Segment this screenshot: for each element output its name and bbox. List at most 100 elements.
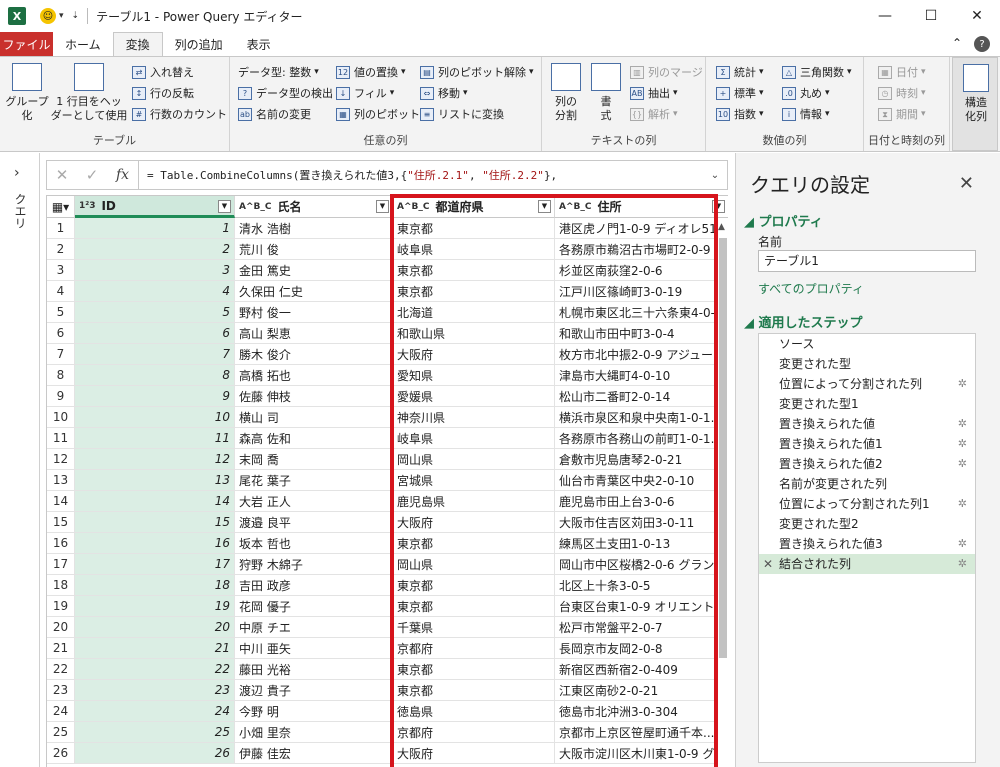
cell-address[interactable]: 各務原市各務山の前町1-0-1... bbox=[555, 428, 728, 449]
filter-dropdown-icon[interactable]: ▼ bbox=[712, 200, 725, 213]
applied-step[interactable]: 置き換えられた値1 ✲ bbox=[759, 434, 975, 454]
table-row[interactable]: 20 20 中原 チエ 千葉県 松戸市常盤平2-0-7 bbox=[47, 617, 728, 638]
cell-name[interactable]: 大岩 正人 bbox=[235, 491, 393, 512]
trigonometry-button[interactable]: △ 三角関数 ▾ bbox=[782, 62, 852, 82]
column-header-name[interactable]: A^B_C 氏名 ▼ bbox=[235, 196, 393, 218]
cell-address[interactable]: 台東区台東1-0-9 オリエント608 bbox=[555, 596, 728, 617]
detect-type-button[interactable]: ? データ型の検出 bbox=[238, 83, 333, 103]
cell-name[interactable]: 高山 梨恵 bbox=[235, 323, 393, 344]
pivot-column-button[interactable]: ▦ 列のピボット bbox=[336, 104, 420, 124]
data-type-dropdown[interactable]: データ型: 整数 ▾ bbox=[238, 62, 319, 82]
cell-address[interactable]: 新宿区西新宿2-0-409 bbox=[555, 659, 728, 680]
cell-prefecture[interactable]: 大阪府 bbox=[393, 512, 555, 533]
cell-prefecture[interactable]: 東京都 bbox=[393, 596, 555, 617]
cell-address[interactable]: 港区虎ノ門1-0-9 ディオレ512 bbox=[555, 218, 728, 239]
formula-input[interactable]: = Table.CombineColumns(置き換えられた値3,{"住所.2.… bbox=[139, 167, 703, 183]
close-window-button[interactable]: ✕ bbox=[954, 0, 1000, 32]
chevron-right-icon[interactable]: › bbox=[14, 165, 20, 181]
table-row[interactable]: 7 7 勝木 俊介 大阪府 枚方市北中振2-0-9 アジュー... bbox=[47, 344, 728, 365]
table-menu-icon[interactable]: ▦▾ bbox=[47, 196, 75, 218]
table-row[interactable]: 12 12 末岡 喬岡山県 倉敷市児島唐琴2-0-21 bbox=[47, 449, 728, 470]
maximize-button[interactable]: ☐ bbox=[908, 0, 954, 32]
to-list-button[interactable]: ≡ リストに変換 bbox=[420, 104, 504, 124]
cell-prefecture[interactable]: 東京都 bbox=[393, 281, 555, 302]
applied-step[interactable]: 変更された型1 bbox=[759, 394, 975, 414]
step-settings-gear-icon[interactable]: ✲ bbox=[958, 494, 967, 514]
applied-step[interactable]: ソース bbox=[759, 334, 975, 354]
help-icon[interactable]: ? bbox=[974, 36, 990, 52]
chevron-up-icon[interactable]: ⌃ bbox=[952, 36, 962, 52]
group-by-button[interactable]: グループ 化 bbox=[5, 63, 49, 123]
parse-button[interactable]: {} 解析 ▾ bbox=[630, 104, 678, 124]
table-row[interactable]: 4 4 久保田 仁史 東京都 江戸川区篠崎町3-0-19 bbox=[47, 281, 728, 302]
cell-address[interactable]: 仙台市青葉区中央2-0-10 bbox=[555, 470, 728, 491]
cell-prefecture[interactable]: 岡山県 bbox=[393, 554, 555, 575]
table-row[interactable]: 19 19 花岡 優子 東京都 台東区台東1-0-9 オリエント608 bbox=[47, 596, 728, 617]
cell-prefecture[interactable]: 東京都 bbox=[393, 218, 555, 239]
extract-button[interactable]: AB 抽出 ▾ bbox=[630, 83, 678, 103]
cell-address[interactable]: 大阪市淀川区木川東1-0-9 グ... bbox=[555, 743, 728, 764]
cell-prefecture[interactable]: 愛媛県 bbox=[393, 386, 555, 407]
cell-address[interactable]: 大阪市住吉区苅田3-0-11 bbox=[555, 512, 728, 533]
cell-id[interactable]: 5 bbox=[75, 302, 235, 323]
standard-button[interactable]: + 標準 ▾ bbox=[716, 83, 764, 103]
cell-name[interactable]: 末岡 喬 bbox=[235, 449, 393, 470]
cell-id[interactable]: 21 bbox=[75, 638, 235, 659]
move-button[interactable]: ⇔ 移動 ▾ bbox=[420, 83, 468, 103]
cell-address[interactable]: 各務原市鵜沼古市場町2-0-9 bbox=[555, 239, 728, 260]
table-row[interactable]: 9 9 佐藤 伸枝 愛媛県 松山市二番町2-0-14 bbox=[47, 386, 728, 407]
cell-address[interactable]: 津島市大縄町4-0-10 bbox=[555, 365, 728, 386]
cell-prefecture[interactable]: 宮城県 bbox=[393, 470, 555, 491]
cell-id[interactable]: 11 bbox=[75, 428, 235, 449]
tab-home[interactable]: ホーム bbox=[53, 32, 113, 56]
cell-prefecture[interactable]: 愛知県 bbox=[393, 365, 555, 386]
feedback-smile-icon[interactable]: ☺ bbox=[40, 8, 56, 24]
table-row[interactable]: 3 3 金田 篤史 東京都 杉並区南荻窪2-0-6 bbox=[47, 260, 728, 281]
cell-prefecture[interactable]: 京都府 bbox=[393, 722, 555, 743]
scientific-button[interactable]: 10 指数 ▾ bbox=[716, 104, 764, 124]
cell-prefecture[interactable]: 岐阜県 bbox=[393, 428, 555, 449]
cell-id[interactable]: 18 bbox=[75, 575, 235, 596]
cell-prefecture[interactable]: 神奈川県 bbox=[393, 407, 555, 428]
cell-id[interactable]: 1 bbox=[75, 218, 235, 239]
cell-prefecture[interactable]: 鹿児島県 bbox=[393, 491, 555, 512]
scroll-up-icon[interactable]: ▲ bbox=[718, 222, 725, 232]
cell-name[interactable]: 佐藤 伸枝 bbox=[235, 386, 393, 407]
cell-id[interactable]: 22 bbox=[75, 659, 235, 680]
table-row[interactable]: 23 23 渡辺 貴子 東京都 江東区南砂2-0-21 bbox=[47, 680, 728, 701]
cell-address[interactable]: 北区上十条3-0-5 bbox=[555, 575, 728, 596]
cell-prefecture[interactable]: 東京都 bbox=[393, 659, 555, 680]
cell-address[interactable]: 松戸市常盤平2-0-7 bbox=[555, 617, 728, 638]
cell-name[interactable]: 中川 亜矢 bbox=[235, 638, 393, 659]
cell-name[interactable]: 渡邉 良平 bbox=[235, 512, 393, 533]
column-header-address[interactable]: A^B_C 住所 ▼ bbox=[555, 196, 728, 218]
cell-prefecture[interactable]: 東京都 bbox=[393, 575, 555, 596]
tab-view[interactable]: 表示 bbox=[235, 32, 283, 56]
cell-name[interactable]: 今野 明 bbox=[235, 701, 393, 722]
cell-id[interactable]: 12 bbox=[75, 449, 235, 470]
cell-prefecture[interactable]: 大阪府 bbox=[393, 344, 555, 365]
cell-name[interactable]: 勝木 俊介 bbox=[235, 344, 393, 365]
cell-address[interactable]: 岡山市中区桜橋2-0-6 グラン... bbox=[555, 554, 728, 575]
cell-name[interactable]: 金田 篤史 bbox=[235, 260, 393, 281]
minimize-button[interactable]: — bbox=[862, 0, 908, 32]
cell-id[interactable]: 7 bbox=[75, 344, 235, 365]
cell-address[interactable]: 枚方市北中振2-0-9 アジュー... bbox=[555, 344, 728, 365]
transpose-button[interactable]: ⇄ 入れ替え bbox=[132, 62, 194, 82]
replace-values-button[interactable]: 12 値の置換 ▾ bbox=[336, 62, 406, 82]
applied-steps-section[interactable]: ◢ 適用したステップ bbox=[744, 312, 863, 331]
cell-address[interactable]: 横浜市泉区和泉中央南1-0-1... bbox=[555, 407, 728, 428]
cell-name[interactable]: 伊藤 佳宏 bbox=[235, 743, 393, 764]
cell-address[interactable]: 杉並区南荻窪2-0-6 bbox=[555, 260, 728, 281]
cell-id[interactable]: 23 bbox=[75, 680, 235, 701]
table-row[interactable]: 5 5 野村 俊一 北海道 札幌市東区北三十六条東4-0-9 bbox=[47, 302, 728, 323]
table-row[interactable]: 16 16 坂本 哲也 東京都 練馬区土支田1-0-13 bbox=[47, 533, 728, 554]
cell-id[interactable]: 14 bbox=[75, 491, 235, 512]
column-header-id[interactable]: 1²3 ID ▼ bbox=[75, 196, 235, 218]
all-properties-link[interactable]: すべてのプロパティ bbox=[758, 280, 864, 297]
properties-section[interactable]: ◢ プロパティ bbox=[744, 211, 823, 230]
applied-step[interactable]: 置き換えられた値3 ✲ bbox=[759, 534, 975, 554]
applied-step[interactable]: ✕ 結合された列 ✲ bbox=[759, 554, 975, 574]
step-settings-gear-icon[interactable]: ✲ bbox=[958, 414, 967, 434]
cell-name[interactable]: 小畑 里奈 bbox=[235, 722, 393, 743]
